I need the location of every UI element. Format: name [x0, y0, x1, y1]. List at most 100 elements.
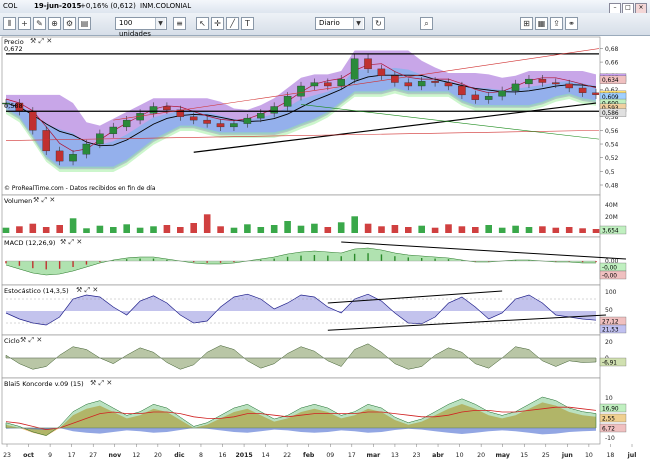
company-label: INM.COLONIAL: [140, 2, 192, 10]
expand-icon[interactable]: ⤢: [69, 238, 75, 246]
expand-icon[interactable]: ⤢: [42, 196, 48, 204]
value-tag-text: 0,586: [602, 111, 619, 117]
ciclo-title: Ciclo: [4, 337, 20, 345]
volume-title: Volumen: [4, 197, 33, 205]
price-candle: [82, 143, 91, 155]
volume-bar: [378, 226, 385, 233]
crosshair-button[interactable]: ✛: [211, 17, 224, 30]
close-icon[interactable]: ✕: [92, 286, 98, 294]
zoom-icon: ⊕: [51, 19, 58, 28]
price-candle: [511, 83, 520, 91]
crosshair-icon: ✛: [214, 19, 221, 28]
volume-bar: [552, 227, 560, 233]
refresh-icon: ↻: [375, 19, 382, 28]
price-axis-tick: 0,5: [605, 169, 615, 176]
chart-type-button[interactable]: ⫴: [3, 17, 16, 30]
wrench-icon[interactable]: ⚒: [90, 379, 96, 387]
close-icon[interactable]: ✕: [46, 37, 52, 45]
line-tool-button[interactable]: ╱: [226, 17, 239, 30]
volume-bar: [270, 225, 278, 233]
gear-icon: ⚙: [65, 19, 74, 28]
link-button[interactable]: ⚭: [565, 17, 578, 30]
volume-bar: [539, 226, 546, 233]
value-tag-text: -0,00: [602, 265, 617, 271]
price-candle: [324, 82, 332, 87]
x-axis-tick: 23: [3, 452, 11, 459]
x-axis-tick: 23: [413, 452, 421, 459]
wrench-icon[interactable]: ⚒: [60, 238, 66, 246]
price-candle: [42, 130, 50, 152]
x-axis-tick: 20: [477, 452, 485, 459]
volume-bar: [217, 226, 224, 233]
volume-bar: [592, 229, 600, 233]
settings-button[interactable]: ≡: [173, 17, 186, 30]
volume-bar: [405, 227, 412, 233]
options-button[interactable]: ⚙: [63, 17, 76, 30]
price-candle: [337, 78, 345, 87]
value-tag-text: 27,12: [602, 319, 619, 325]
price-candle: [189, 116, 198, 121]
wrench-icon[interactable]: ⚒: [30, 37, 36, 45]
price-candle: [578, 87, 587, 93]
price-candle: [29, 111, 37, 131]
ruler-button[interactable]: ⊞: [520, 17, 533, 30]
price-left-marker: 0,588: [4, 102, 23, 110]
value-tag-text: 6,72: [602, 426, 615, 432]
price-candle: [565, 83, 573, 89]
value-tag-text: 21,53: [602, 327, 619, 333]
price-candle: [216, 123, 225, 128]
wrench-icon[interactable]: ⚒: [20, 336, 26, 344]
x-axis-tick: 12: [132, 452, 140, 459]
units-select[interactable]: 100 unidades ▼: [115, 17, 167, 38]
export-button[interactable]: ⇪: [550, 17, 563, 30]
volume-bar: [431, 227, 439, 233]
expand-icon[interactable]: ⤢: [85, 286, 91, 294]
expand-icon[interactable]: ⤢: [29, 336, 35, 344]
wrench-icon[interactable]: ⚒: [33, 196, 39, 204]
volume-bar: [163, 225, 171, 233]
zoom-button[interactable]: ⊕: [48, 17, 61, 30]
volume-bar: [2, 227, 10, 233]
refresh-button[interactable]: ↻: [372, 17, 385, 30]
volume-bar: [42, 227, 50, 233]
wrench-icon[interactable]: ⚒: [76, 286, 82, 294]
close-icon[interactable]: ✕: [36, 336, 42, 344]
volume-bar: [83, 228, 90, 233]
chevron-down-icon: ▼: [155, 18, 165, 29]
chart-toolbar: ⫴ + ✎ ⊕ ⚙ ▤ 100 unidades ▼ ≡ ↖ ✛ ╱ T Dia…: [0, 13, 650, 38]
x-axis-tick: 25: [542, 452, 550, 459]
koncorde-title: Blai5 Koncorde v.09 (15): [4, 380, 84, 388]
value-tag-text: 16,90: [602, 406, 619, 412]
x-axis-tick: 18: [606, 452, 614, 459]
search-button[interactable]: ⌕: [420, 17, 433, 30]
price-candle: [444, 82, 453, 87]
volume-bar: [284, 221, 291, 233]
price-candle: [552, 82, 560, 85]
close-icon[interactable]: ✕: [106, 379, 112, 387]
text-tool-button[interactable]: T: [241, 17, 254, 30]
indicators-button[interactable]: +: [18, 17, 31, 30]
price-axis-tick: 0,52: [605, 155, 619, 162]
expand-icon[interactable]: ⤢: [99, 379, 105, 387]
draw-tools-button[interactable]: ✎: [33, 17, 46, 30]
chart-area[interactable]: 0,680,660,640,620,600,580,560,540,520,50…: [0, 35, 650, 462]
layout-button[interactable]: ▦: [535, 17, 548, 30]
volume-bar: [364, 223, 372, 233]
date-label: 19-jun-2015: [34, 2, 82, 10]
expand-icon[interactable]: ⤢: [39, 37, 45, 45]
close-icon[interactable]: ✕: [76, 238, 82, 246]
x-axis-tick: jul: [627, 452, 637, 459]
macd-panel-tools: ⚒ ⤢ ✕: [60, 238, 82, 247]
value-tag-text: -0,00: [602, 273, 617, 279]
close-icon[interactable]: ✕: [49, 196, 55, 204]
x-axis-tick: jun: [561, 452, 573, 459]
x-axis-tick: oct: [23, 452, 34, 459]
volume-bar: [418, 225, 425, 233]
x-axis-tick: 10: [585, 452, 593, 459]
price-axis-tick: 0,56: [605, 128, 619, 135]
print-button[interactable]: ▤: [78, 17, 91, 30]
cursor-button[interactable]: ↖: [196, 17, 209, 30]
period-select[interactable]: Diario ▼: [315, 17, 365, 30]
value-tag-text: 2,55: [602, 416, 615, 422]
volume-bar: [324, 227, 332, 233]
